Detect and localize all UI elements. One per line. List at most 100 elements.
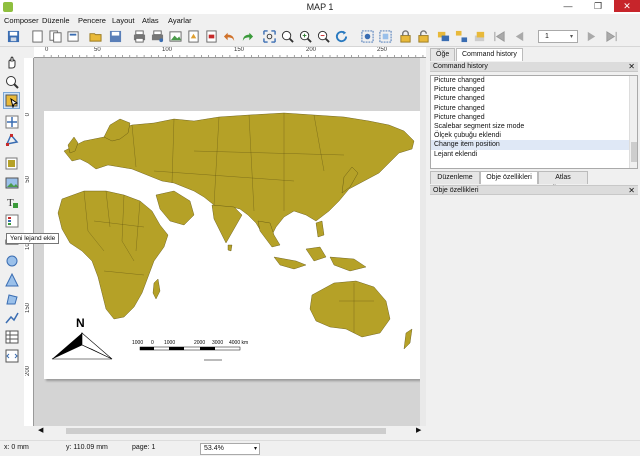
zoom-icon[interactable] xyxy=(3,73,20,90)
menu-edit[interactable]: Düzenle xyxy=(42,16,70,25)
menu-bar: Composer Düzenle Pencere Layout Atlas Ay… xyxy=(0,14,640,27)
unlock-icon[interactable] xyxy=(416,29,431,44)
tab-item[interactable]: Öğe xyxy=(430,48,456,61)
edit-nodes-icon[interactable] xyxy=(3,130,20,147)
scroll-right-icon[interactable]: ▶ xyxy=(416,426,421,434)
ungroup-icon[interactable] xyxy=(454,29,469,44)
save-template-icon[interactable] xyxy=(108,29,123,44)
list-item[interactable]: Ölçek çubuğu eklendi xyxy=(431,131,637,140)
history-list[interactable]: Picture changed Picture changed Picture … xyxy=(430,75,638,169)
new-icon[interactable] xyxy=(30,29,45,44)
composer-canvas[interactable]: N 1000 0 1000 2000 3000 4000 km xyxy=(34,58,426,426)
legend-placeholder[interactable] xyxy=(204,359,222,361)
ruler-label: 150 xyxy=(25,303,31,314)
list-item[interactable]: Picture changed xyxy=(431,113,637,122)
history-panel-title: Command history xyxy=(433,63,488,70)
close-icon[interactable]: ✕ xyxy=(628,62,635,72)
redo-icon[interactable] xyxy=(240,29,255,44)
chevron-down-icon[interactable]: ▾ xyxy=(254,444,257,454)
ruler-label: 200 xyxy=(25,366,31,377)
add-map-icon[interactable] xyxy=(3,155,20,172)
tab-item-properties[interactable]: Obje özellikleri xyxy=(480,171,538,184)
save-icon[interactable] xyxy=(6,29,21,44)
refresh-icon[interactable] xyxy=(334,29,349,44)
list-item[interactable]: Lejant eklendi xyxy=(431,150,637,159)
move-content-icon[interactable] xyxy=(3,113,20,130)
menu-layout[interactable]: Layout xyxy=(112,16,135,25)
list-item[interactable]: Picture changed xyxy=(431,104,637,113)
tab-command-history[interactable]: Command history xyxy=(456,48,523,61)
last-feature-icon[interactable] xyxy=(604,29,619,44)
open-icon[interactable] xyxy=(88,29,103,44)
list-item[interactable]: Picture changed xyxy=(431,76,637,85)
add-polyline-icon[interactable] xyxy=(3,309,20,326)
horizontal-scrollbar[interactable]: ◀ ▶ xyxy=(34,426,426,436)
select-move-icon[interactable] xyxy=(3,92,20,109)
print-setup-icon[interactable] xyxy=(150,29,165,44)
north-arrow[interactable] xyxy=(51,332,113,360)
ruler-ticks xyxy=(43,55,424,57)
menu-window[interactable]: Pencere xyxy=(78,16,106,25)
status-bar: x: 0 mm y: 110.09 mm page: 1 53.4% ▾ xyxy=(0,440,640,456)
add-shape-icon[interactable] xyxy=(3,252,20,269)
tab-atlas-generation[interactable]: Atlas Üretimi xyxy=(538,171,588,193)
north-label: N xyxy=(76,316,85,330)
add-image-icon[interactable] xyxy=(3,174,20,191)
scalebar[interactable] xyxy=(139,346,241,351)
scalebar-label: 3000 xyxy=(212,340,223,346)
close-icon[interactable]: ✕ xyxy=(628,186,635,196)
zoom-full-icon[interactable] xyxy=(262,29,277,44)
export-svg-icon[interactable] xyxy=(186,29,201,44)
list-item[interactable]: Picture changed xyxy=(431,94,637,103)
manager-icon[interactable] xyxy=(66,29,81,44)
print-icon[interactable] xyxy=(132,29,147,44)
add-polygon-icon[interactable] xyxy=(3,290,20,307)
zoom-100-icon[interactable] xyxy=(280,29,295,44)
maximize-button[interactable]: ❐ xyxy=(585,0,611,12)
list-item[interactable]: Picture changed xyxy=(431,85,637,94)
zoom-out-icon[interactable] xyxy=(316,29,331,44)
list-item-selected[interactable]: Change item position xyxy=(431,140,637,150)
menu-settings[interactable]: Ayarlar xyxy=(168,16,192,25)
menu-composer[interactable]: Composer xyxy=(4,16,39,25)
close-button[interactable]: ✕ xyxy=(614,0,640,12)
select-all-icon[interactable] xyxy=(360,29,375,44)
scroll-left-icon[interactable]: ◀ xyxy=(38,426,43,434)
export-image-icon[interactable] xyxy=(168,29,183,44)
pan-icon[interactable] xyxy=(3,53,20,70)
prev-feature-icon[interactable] xyxy=(512,29,527,44)
history-scrollbar[interactable] xyxy=(629,76,637,168)
toolbar: 1 ▾ xyxy=(0,27,640,47)
add-attribute-table-icon[interactable] xyxy=(3,328,20,345)
select-icon[interactable] xyxy=(378,29,393,44)
menu-atlas[interactable]: Atlas xyxy=(142,16,159,25)
duplicate-icon[interactable] xyxy=(48,29,63,44)
chevron-down-icon[interactable]: ▾ xyxy=(570,33,573,40)
vertical-scrollbar[interactable] xyxy=(420,58,426,426)
group-icon[interactable] xyxy=(436,29,451,44)
minimize-button[interactable]: — xyxy=(555,0,581,12)
paper-page[interactable]: N 1000 0 1000 2000 3000 4000 km xyxy=(44,111,422,379)
add-label-icon[interactable]: T xyxy=(3,193,20,210)
world-map[interactable]: N 1000 0 1000 2000 3000 4000 km xyxy=(44,111,422,379)
scalebar-label: 1000 xyxy=(164,340,175,346)
lock-icon[interactable] xyxy=(398,29,413,44)
ruler-label: 0 xyxy=(45,47,49,53)
list-item[interactable]: Scalebar segment size mode xyxy=(431,122,637,131)
tab-composition[interactable]: Düzenleme xyxy=(430,171,480,184)
scrollbar-thumb[interactable] xyxy=(631,142,637,162)
zoom-select[interactable]: 53.4% ▾ xyxy=(200,443,260,455)
add-triangle-icon[interactable] xyxy=(3,271,20,288)
scalebar-label: 4000 km xyxy=(229,340,248,346)
next-feature-icon[interactable] xyxy=(584,29,599,44)
scrollbar-thumb[interactable] xyxy=(66,428,386,434)
add-legend-icon[interactable] xyxy=(3,212,20,229)
zoom-in-icon[interactable] xyxy=(298,29,313,44)
raise-icon[interactable] xyxy=(472,29,487,44)
undo-icon[interactable] xyxy=(222,29,237,44)
first-feature-icon[interactable] xyxy=(492,29,507,44)
tooltip: Yeni lejand ekle xyxy=(6,233,60,244)
add-html-icon[interactable] xyxy=(3,347,20,364)
export-pdf-icon[interactable] xyxy=(204,29,219,44)
ruler-label: 50 xyxy=(94,47,101,53)
